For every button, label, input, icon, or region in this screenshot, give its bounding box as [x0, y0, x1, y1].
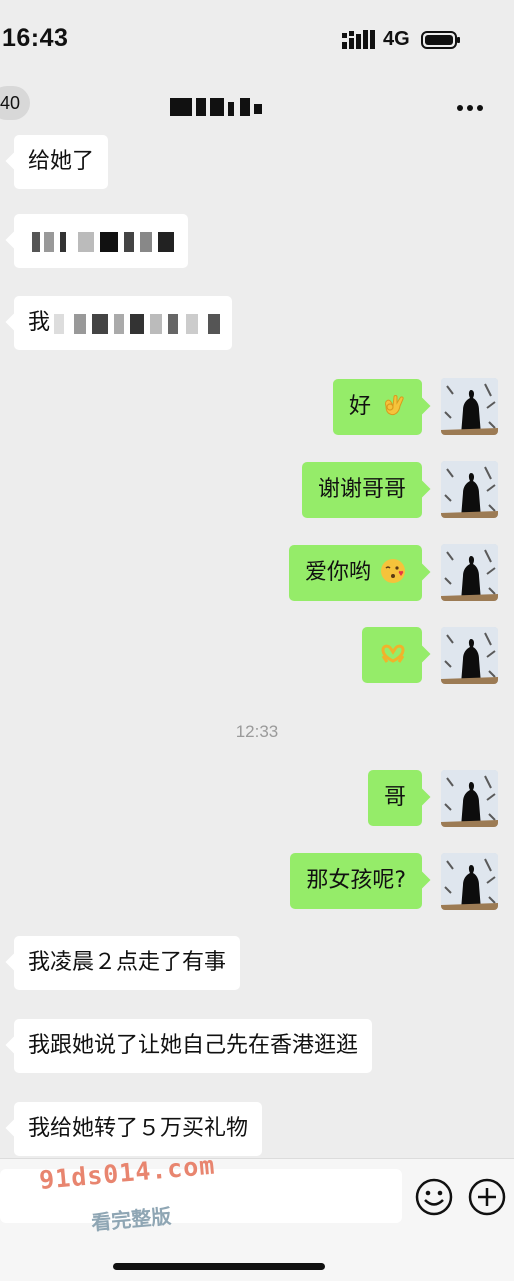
message-bubble-sent[interactable]: 好 [332, 379, 422, 435]
message-bubble-received[interactable]: 我给她转了５万买礼物 [14, 1102, 263, 1156]
status-time: 16:43 [2, 24, 69, 52]
message-text: 爱你哟 [304, 560, 371, 585]
redacted-text [54, 314, 224, 334]
message-text: 谢谢哥哥 [317, 477, 406, 502]
network-type: 4G [383, 28, 410, 50]
message-text: 我凌晨２点走了有事 [28, 950, 227, 975]
message-bubble-sent[interactable]: 谢谢哥哥 [301, 462, 422, 518]
message-bubble-received[interactable]: 我凌晨２点走了有事 [14, 936, 241, 990]
battery-icon [421, 31, 460, 49]
message-bubble-received[interactable] [14, 214, 188, 268]
message-text: 给她了 [28, 149, 95, 174]
message-text: 我给她转了５万买礼物 [28, 1116, 249, 1141]
chat-area[interactable]: 给她了 我 好 谢谢哥哥 爱你哟 12:33 哥 那女孩呢? 我凌晨２点走了有事… [0, 130, 514, 1160]
message-bubble-received[interactable]: 我跟她说了让她自己先在香港逛逛 [14, 1019, 373, 1073]
heart-hands-emoji [381, 644, 405, 663]
unread-count: 40 [0, 93, 20, 113]
kissing-face-emoji [381, 559, 405, 583]
avatar-self[interactable] [441, 378, 498, 435]
message-text: 那女孩呢? [306, 868, 406, 893]
nav-bar: 40 [0, 80, 514, 130]
avatar-image [441, 461, 498, 518]
avatar-self[interactable] [441, 461, 498, 518]
home-indicator [113, 1263, 325, 1270]
message-bubble-sent[interactable]: 那女孩呢? [290, 853, 422, 909]
message-timestamp: 12:33 [235, 722, 279, 741]
avatar-image [441, 770, 498, 827]
status-bar: 16:43 4G [0, 0, 514, 80]
avatar-self[interactable] [441, 853, 498, 910]
signal-icon [342, 30, 375, 49]
emoji-button-icon[interactable] [414, 1177, 454, 1217]
message-bubble-sent[interactable] [362, 627, 422, 683]
chat-title-redacted [170, 98, 268, 118]
back-button[interactable]: 40 [0, 86, 30, 120]
avatar-image [441, 378, 498, 435]
message-bubble-received[interactable]: 给她了 [14, 135, 109, 189]
message-bubble-sent[interactable]: 爱你哟 [288, 545, 422, 601]
message-text: 我跟她说了让她自己先在香港逛逛 [28, 1033, 359, 1058]
avatar-image [441, 853, 498, 910]
more-options-icon[interactable] [455, 98, 485, 118]
ok-hand-emoji [385, 395, 404, 416]
redacted-text [32, 232, 182, 252]
avatar-image [441, 544, 498, 601]
avatar-self[interactable] [441, 770, 498, 827]
message-text: 哥 [383, 785, 406, 810]
message-bubble-sent[interactable]: 哥 [367, 770, 422, 826]
avatar-self[interactable] [441, 627, 498, 684]
message-text: 我 [28, 310, 51, 335]
avatar-image [441, 627, 498, 684]
plus-button-icon[interactable] [467, 1177, 507, 1217]
message-bubble-received[interactable]: 我 [14, 296, 232, 350]
message-text: 好 [348, 394, 371, 419]
avatar-self[interactable] [441, 544, 498, 601]
